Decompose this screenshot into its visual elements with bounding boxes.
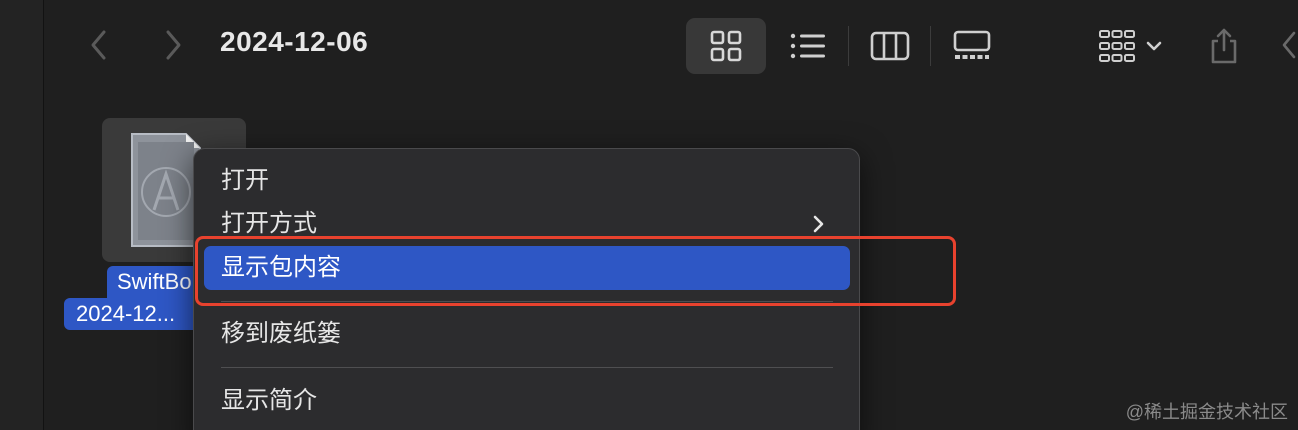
file-name-label[interactable]: SwiftBo: [107, 266, 207, 298]
toolbar-separator: [930, 26, 931, 66]
menu-item-open[interactable]: 打开: [204, 159, 850, 203]
grid-icon: [710, 30, 742, 62]
file-name-label-line2[interactable]: 2024-12...: [64, 298, 204, 330]
menu-item-get-info[interactable]: 显示简介: [204, 379, 850, 423]
finder-window: 2024-12-06 SwiftBo 2024-12... 打开 打开方式 显示…: [0, 0, 1298, 430]
columns-icon: [870, 31, 910, 61]
chevron-down-icon: [1146, 41, 1162, 51]
menu-item-label: 打开: [221, 167, 269, 194]
window-title: 2024-12-06: [220, 26, 369, 57]
forward-button[interactable]: [158, 28, 188, 62]
column-view-button[interactable]: [862, 18, 918, 74]
share-button[interactable]: [1200, 18, 1248, 74]
list-view-button[interactable]: [778, 18, 838, 74]
menu-item-label: 打开方式: [221, 210, 317, 237]
chevron-left-icon: [91, 30, 106, 60]
chevron-right-icon: [166, 30, 181, 60]
menu-item-label: 显示简介: [221, 387, 317, 414]
group-button[interactable]: [1090, 18, 1170, 74]
sidebar-edge: [0, 0, 44, 430]
list-icon: [790, 33, 825, 59]
gallery-icon: [953, 30, 991, 59]
share-icon: [1211, 28, 1237, 64]
gallery-view-button[interactable]: [944, 18, 1000, 74]
annotation-highlight-box: [195, 236, 956, 306]
chevron-left-icon: [1282, 31, 1296, 59]
menu-separator: [221, 367, 833, 368]
toolbar-separator: [848, 26, 849, 66]
watermark-text: @稀土掘金技术社区: [1125, 402, 1288, 422]
back-button[interactable]: [84, 28, 114, 62]
icon-view-button[interactable]: [686, 18, 766, 74]
menu-item-label: 移到废纸篓: [221, 320, 341, 347]
toolbar-overflow-button[interactable]: [1278, 28, 1298, 62]
menu-item-move-to-trash[interactable]: 移到废纸篓: [204, 312, 850, 356]
group-icon: [1099, 30, 1135, 62]
